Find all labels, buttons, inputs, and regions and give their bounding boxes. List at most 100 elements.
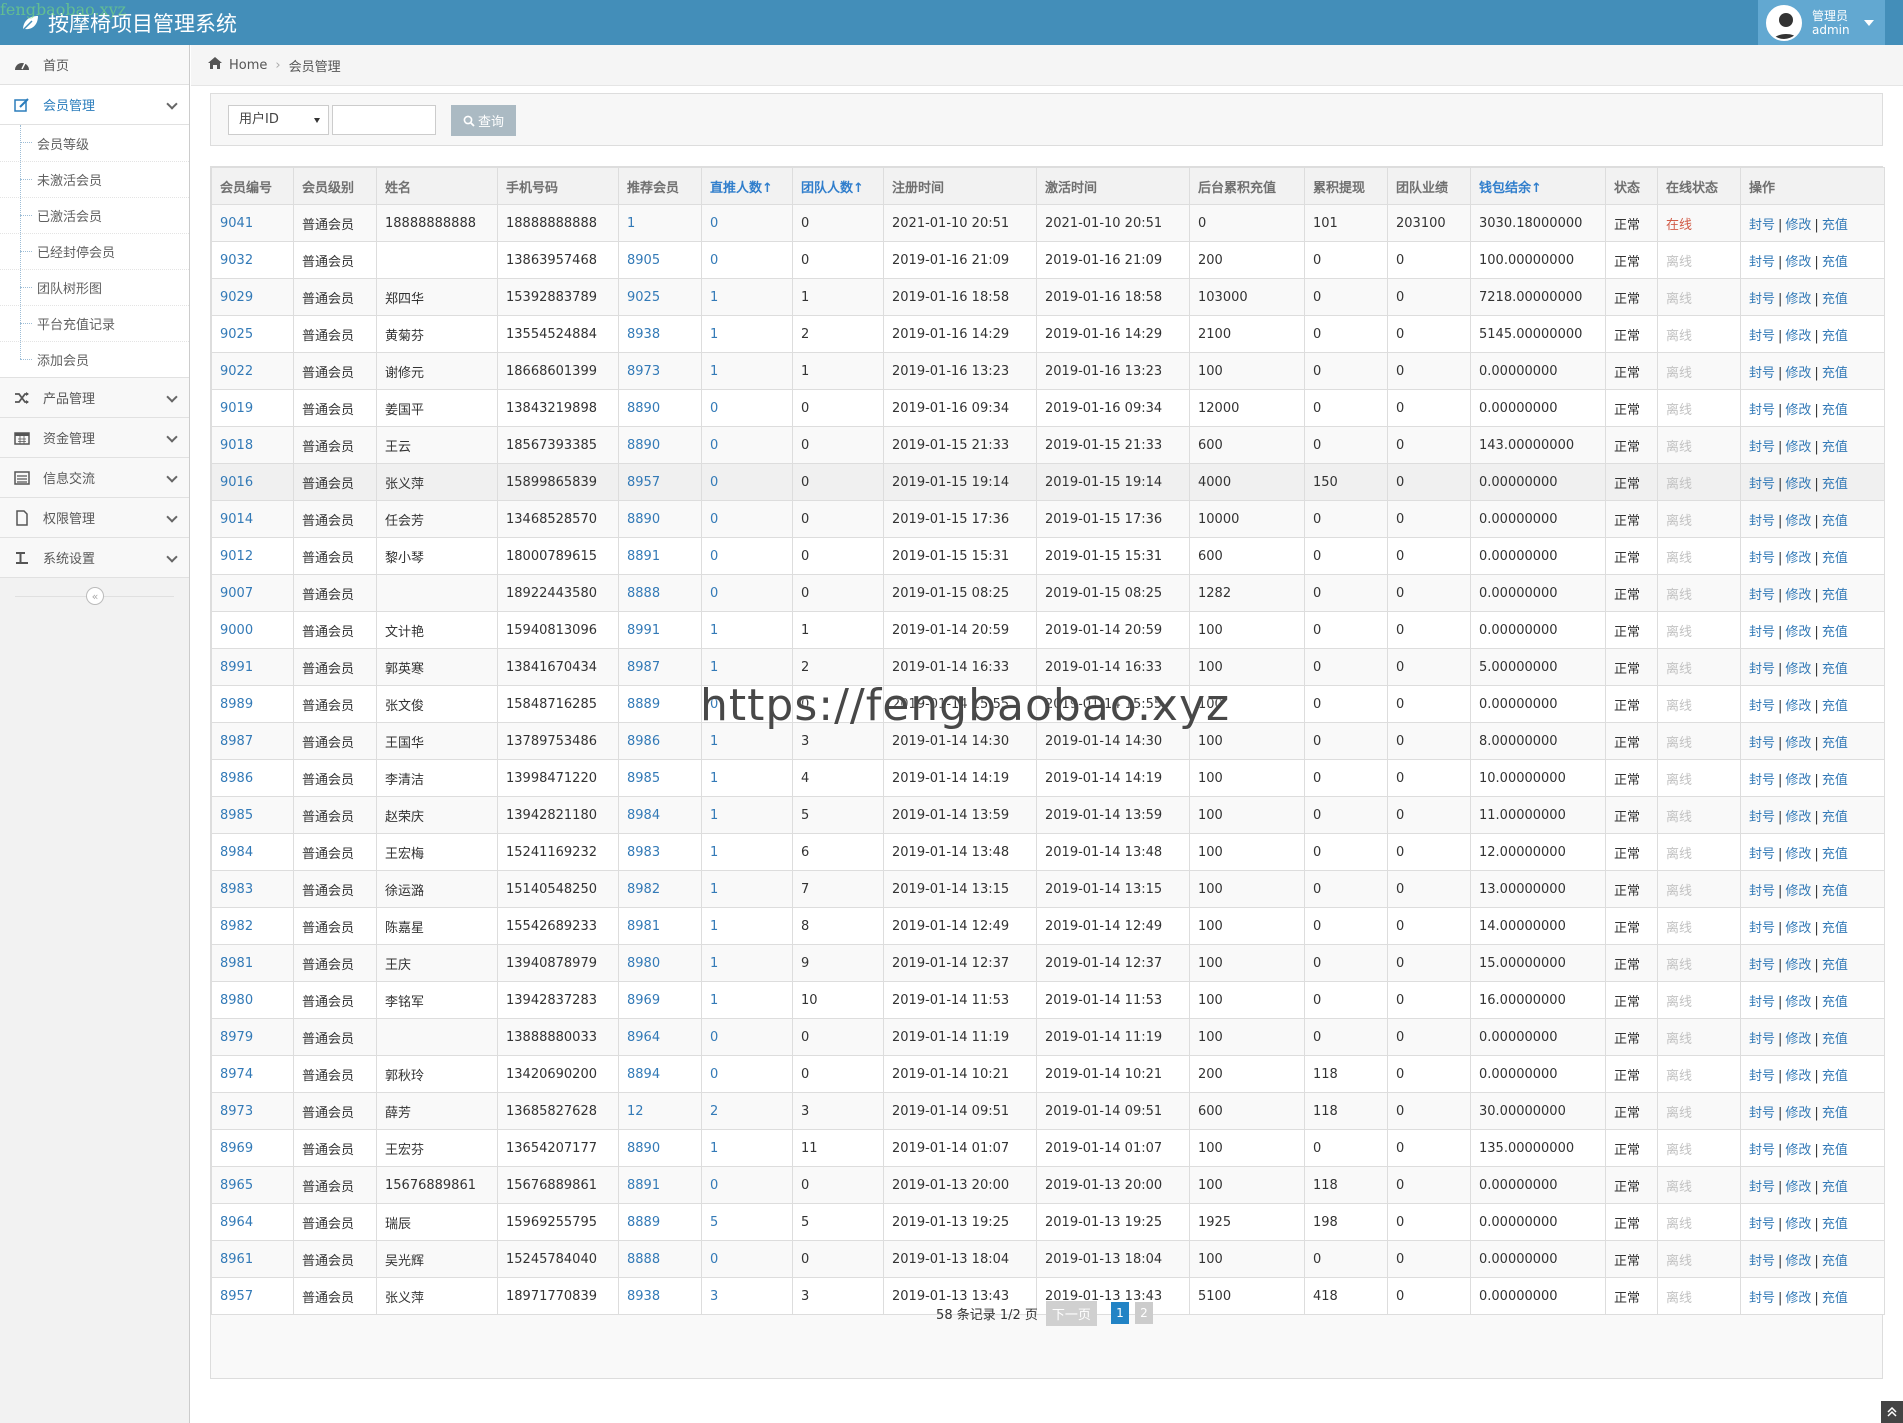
edit-link[interactable]: 修改 xyxy=(1785,773,1811,788)
ban-link[interactable]: 封号 xyxy=(1749,810,1775,825)
submenu-item-add-member[interactable]: 添加会员 xyxy=(0,341,189,377)
direct-count-link[interactable]: 0 xyxy=(710,1252,718,1267)
referrer-link[interactable]: 8889 xyxy=(627,697,660,712)
ban-link[interactable]: 封号 xyxy=(1749,1106,1775,1121)
member-id-link[interactable]: 8984 xyxy=(220,845,253,860)
recharge-link[interactable]: 充值 xyxy=(1822,255,1848,270)
referrer-link[interactable]: 8890 xyxy=(627,401,660,416)
member-id-link[interactable]: 8965 xyxy=(220,1178,253,1193)
edit-link[interactable]: 修改 xyxy=(1785,884,1811,899)
direct-count-link[interactable]: 1 xyxy=(710,808,718,823)
edit-link[interactable]: 修改 xyxy=(1785,403,1811,418)
direct-count-link[interactable]: 1 xyxy=(710,1141,718,1156)
member-id-link[interactable]: 8979 xyxy=(220,1030,253,1045)
search-button[interactable]: 查询 xyxy=(451,105,516,136)
direct-count-link[interactable]: 0 xyxy=(710,216,718,231)
direct-count-link[interactable]: 0 xyxy=(710,512,718,527)
edit-link[interactable]: 修改 xyxy=(1785,440,1811,455)
recharge-link[interactable]: 充值 xyxy=(1822,699,1848,714)
direct-count-link[interactable]: 0 xyxy=(710,438,718,453)
recharge-link[interactable]: 充值 xyxy=(1822,810,1848,825)
direct-count-link[interactable]: 0 xyxy=(710,697,718,712)
direct-count-link[interactable]: 0 xyxy=(710,253,718,268)
ban-link[interactable]: 封号 xyxy=(1749,329,1775,344)
direct-count-link[interactable]: 1 xyxy=(710,290,718,305)
sidebar-item-finance[interactable]: 资金管理 xyxy=(0,418,189,458)
ban-link[interactable]: 封号 xyxy=(1749,403,1775,418)
referrer-link[interactable]: 8964 xyxy=(627,1030,660,1045)
ban-link[interactable]: 封号 xyxy=(1749,773,1775,788)
edit-link[interactable]: 修改 xyxy=(1785,810,1811,825)
direct-count-link[interactable]: 0 xyxy=(710,586,718,601)
edit-link[interactable]: 修改 xyxy=(1785,921,1811,936)
sidebar-item-member[interactable]: 会员管理 xyxy=(0,85,189,125)
referrer-link[interactable]: 8984 xyxy=(627,808,660,823)
ban-link[interactable]: 封号 xyxy=(1749,292,1775,307)
recharge-link[interactable]: 充值 xyxy=(1822,736,1848,751)
referrer-link[interactable]: 8973 xyxy=(627,364,660,379)
member-id-link[interactable]: 8964 xyxy=(220,1215,253,1230)
direct-count-link[interactable]: 0 xyxy=(710,401,718,416)
ban-link[interactable]: 封号 xyxy=(1749,921,1775,936)
member-id-link[interactable]: 9032 xyxy=(220,253,253,268)
referrer-link[interactable]: 8957 xyxy=(627,475,660,490)
referrer-link[interactable]: 8991 xyxy=(627,623,660,638)
edit-link[interactable]: 修改 xyxy=(1785,1217,1811,1232)
edit-link[interactable]: 修改 xyxy=(1785,1254,1811,1269)
ban-link[interactable]: 封号 xyxy=(1749,958,1775,973)
referrer-link[interactable]: 8985 xyxy=(627,771,660,786)
ban-link[interactable]: 封号 xyxy=(1749,1143,1775,1158)
referrer-link[interactable]: 8905 xyxy=(627,253,660,268)
member-id-link[interactable]: 8989 xyxy=(220,697,253,712)
ban-link[interactable]: 封号 xyxy=(1749,699,1775,714)
recharge-link[interactable]: 充值 xyxy=(1822,292,1848,307)
direct-count-link[interactable]: 1 xyxy=(710,845,718,860)
member-id-link[interactable]: 8983 xyxy=(220,882,253,897)
member-id-link[interactable]: 8980 xyxy=(220,993,253,1008)
recharge-link[interactable]: 充值 xyxy=(1822,1217,1848,1232)
edit-link[interactable]: 修改 xyxy=(1785,1180,1811,1195)
direct-count-link[interactable]: 1 xyxy=(710,327,718,342)
sidebar-item-settings[interactable]: 系统设置 xyxy=(0,538,189,578)
column-header[interactable]: 钱包结余↑ xyxy=(1470,167,1606,205)
member-id-link[interactable]: 9025 xyxy=(220,327,253,342)
referrer-link[interactable]: 8891 xyxy=(627,1178,660,1193)
ban-link[interactable]: 封号 xyxy=(1749,1217,1775,1232)
search-input[interactable] xyxy=(332,105,436,135)
ban-link[interactable]: 封号 xyxy=(1749,551,1775,566)
referrer-link[interactable]: 8987 xyxy=(627,660,660,675)
member-id-link[interactable]: 8982 xyxy=(220,919,253,934)
ban-link[interactable]: 封号 xyxy=(1749,440,1775,455)
recharge-link[interactable]: 充值 xyxy=(1822,329,1848,344)
page-button-1[interactable]: 1 xyxy=(1110,1302,1129,1324)
edit-link[interactable]: 修改 xyxy=(1785,1032,1811,1047)
referrer-link[interactable]: 1 xyxy=(627,216,635,231)
referrer-link[interactable]: 9025 xyxy=(627,290,660,305)
direct-count-link[interactable]: 1 xyxy=(710,734,718,749)
recharge-link[interactable]: 充值 xyxy=(1822,588,1848,603)
sidebar-item-home[interactable]: 首页 xyxy=(0,45,189,85)
member-id-link[interactable]: 8987 xyxy=(220,734,253,749)
edit-link[interactable]: 修改 xyxy=(1785,662,1811,677)
member-id-link[interactable]: 9041 xyxy=(220,216,253,231)
ban-link[interactable]: 封号 xyxy=(1749,1032,1775,1047)
referrer-link[interactable]: 8986 xyxy=(627,734,660,749)
referrer-link[interactable]: 8888 xyxy=(627,586,660,601)
direct-count-link[interactable]: 1 xyxy=(710,993,718,1008)
referrer-link[interactable]: 8890 xyxy=(627,438,660,453)
direct-count-link[interactable]: 0 xyxy=(710,1030,718,1045)
edit-link[interactable]: 修改 xyxy=(1785,1143,1811,1158)
edit-link[interactable]: 修改 xyxy=(1785,514,1811,529)
recharge-link[interactable]: 充值 xyxy=(1822,366,1848,381)
submenu-item-recharge-records[interactable]: 平台充值记录 xyxy=(0,305,189,341)
ban-link[interactable]: 封号 xyxy=(1749,995,1775,1010)
next-page-button[interactable]: 下一页 xyxy=(1045,1300,1097,1326)
recharge-link[interactable]: 充值 xyxy=(1822,403,1848,418)
ban-link[interactable]: 封号 xyxy=(1749,255,1775,270)
member-id-link[interactable]: 8961 xyxy=(220,1252,253,1267)
direct-count-link[interactable]: 5 xyxy=(710,1215,718,1230)
recharge-link[interactable]: 充值 xyxy=(1822,1032,1848,1047)
ban-link[interactable]: 封号 xyxy=(1749,884,1775,899)
edit-link[interactable]: 修改 xyxy=(1785,477,1811,492)
member-id-link[interactable]: 9022 xyxy=(220,364,253,379)
